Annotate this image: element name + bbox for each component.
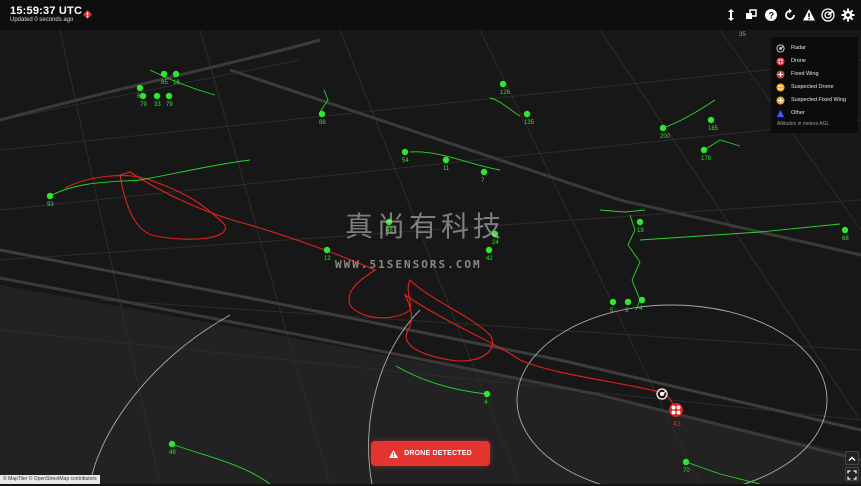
updated-status: Updated 0 seconds ago bbox=[10, 17, 74, 23]
top-bar: 15:59:37 UTC Updated 0 seconds ago ? bbox=[0, 0, 861, 30]
track-altitude-label: 185 bbox=[708, 126, 719, 132]
track-altitude-label: 49 bbox=[169, 450, 176, 456]
track-altitude-label: 54 bbox=[402, 158, 409, 164]
track-marker[interactable] bbox=[841, 226, 849, 234]
track-marker[interactable] bbox=[682, 458, 690, 466]
warning-icon bbox=[389, 449, 399, 458]
track-marker[interactable] bbox=[172, 70, 180, 78]
warning-icon[interactable] bbox=[802, 8, 816, 22]
track-altitude-label: 135 bbox=[524, 120, 535, 126]
track-altitude-label: 68 bbox=[842, 236, 849, 242]
watermark-url: WWW.51SENSORS.COM bbox=[335, 258, 482, 271]
track-marker[interactable] bbox=[153, 92, 161, 100]
zoom-in-button[interactable] bbox=[845, 451, 859, 465]
track-marker[interactable] bbox=[442, 156, 450, 164]
drone-altitude-label: 43 bbox=[673, 421, 681, 428]
map-attribution: © MapTiler © OpenStreetMap contributors bbox=[0, 475, 100, 484]
alert-label: DRONE DETECTED bbox=[404, 450, 472, 457]
legend-item-suspected-drone: Suspected Drone bbox=[776, 82, 834, 92]
track-marker[interactable] bbox=[636, 218, 644, 226]
track-marker[interactable] bbox=[485, 246, 493, 254]
legend-item-other: Other bbox=[776, 108, 805, 118]
layers-icon[interactable] bbox=[744, 8, 758, 22]
legend-item-drone: Drone bbox=[776, 56, 806, 66]
track-marker[interactable] bbox=[480, 168, 488, 176]
legend-item-radar: Radar bbox=[776, 43, 806, 53]
suspected-fixed-wing-icon bbox=[776, 95, 785, 105]
track-marker[interactable] bbox=[318, 110, 326, 118]
track-altitude-label: 200 bbox=[660, 134, 671, 140]
legend-panel: Radar Drone Fixed Wing Suspected Drone S… bbox=[771, 37, 858, 133]
legend-altitude-note: Altitudes in meters AGL bbox=[777, 121, 830, 127]
track-marker[interactable] bbox=[707, 116, 715, 124]
radar-icon bbox=[776, 43, 785, 53]
track-altitude-label: 19 bbox=[637, 228, 644, 234]
fixed-wing-icon bbox=[776, 69, 785, 79]
track-altitude-label: 18 bbox=[173, 80, 180, 86]
track-altitude-label: 11 bbox=[443, 166, 450, 172]
track-marker[interactable] bbox=[624, 298, 632, 306]
track-altitude-label: 42 bbox=[486, 256, 493, 262]
watermark-chinese: 真尚有科技 bbox=[345, 210, 506, 243]
alert-status-icon[interactable] bbox=[83, 10, 92, 19]
legend-item-suspected-fixed-wing: Suspected Fixed Wing bbox=[776, 95, 846, 105]
track-marker[interactable] bbox=[139, 92, 147, 100]
track-marker[interactable] bbox=[638, 296, 646, 304]
track-marker[interactable] bbox=[483, 390, 491, 398]
legend-item-fixed-wing: Fixed Wing bbox=[776, 69, 819, 79]
track-altitude-label: 79 bbox=[166, 102, 173, 108]
track-marker[interactable] bbox=[165, 92, 173, 100]
chevron-up-icon bbox=[848, 456, 856, 461]
track-marker[interactable] bbox=[700, 146, 708, 154]
vertical-arrows-icon[interactable] bbox=[724, 8, 738, 22]
track-marker[interactable] bbox=[46, 192, 54, 200]
track-altitude-label: 85 bbox=[161, 80, 168, 86]
utc-clock: 15:59:37 UTC bbox=[10, 5, 83, 17]
track-altitude-label: 178 bbox=[701, 156, 712, 162]
track-altitude-label: 33 bbox=[154, 102, 161, 108]
track-altitude-label: 93 bbox=[47, 202, 54, 208]
refresh-icon[interactable] bbox=[783, 8, 797, 22]
track-altitude-label: 126 bbox=[500, 90, 511, 96]
track-marker[interactable] bbox=[401, 148, 409, 156]
track-altitude-label: 12 bbox=[324, 256, 331, 262]
track-marker[interactable] bbox=[168, 440, 176, 448]
track-marker[interactable] bbox=[609, 298, 617, 306]
track-altitude-label: 88 bbox=[319, 120, 326, 126]
suspected-drone-icon bbox=[776, 82, 785, 92]
track-marker[interactable] bbox=[160, 70, 168, 78]
track-marker[interactable] bbox=[499, 80, 507, 88]
fullscreen-button[interactable] bbox=[845, 467, 859, 481]
radar-icon[interactable] bbox=[821, 8, 835, 22]
drone-icon bbox=[776, 56, 785, 66]
settings-icon[interactable] bbox=[841, 8, 855, 22]
track-marker[interactable] bbox=[523, 110, 531, 118]
track-marker[interactable] bbox=[323, 246, 331, 254]
track-marker[interactable] bbox=[659, 124, 667, 132]
svg-text:?: ? bbox=[769, 11, 775, 21]
drone-detected-button[interactable]: DRONE DETECTED bbox=[371, 441, 490, 466]
track-altitude-label: 70 bbox=[683, 468, 690, 474]
track-altitude-label: 79 bbox=[140, 102, 147, 108]
drone-marker[interactable] bbox=[669, 403, 683, 417]
track-marker[interactable] bbox=[136, 84, 144, 92]
help-icon[interactable]: ? bbox=[764, 8, 778, 22]
fullscreen-icon bbox=[847, 470, 857, 480]
track-altitude-label: 35 bbox=[739, 32, 746, 38]
other-triangle-icon bbox=[776, 109, 785, 117]
